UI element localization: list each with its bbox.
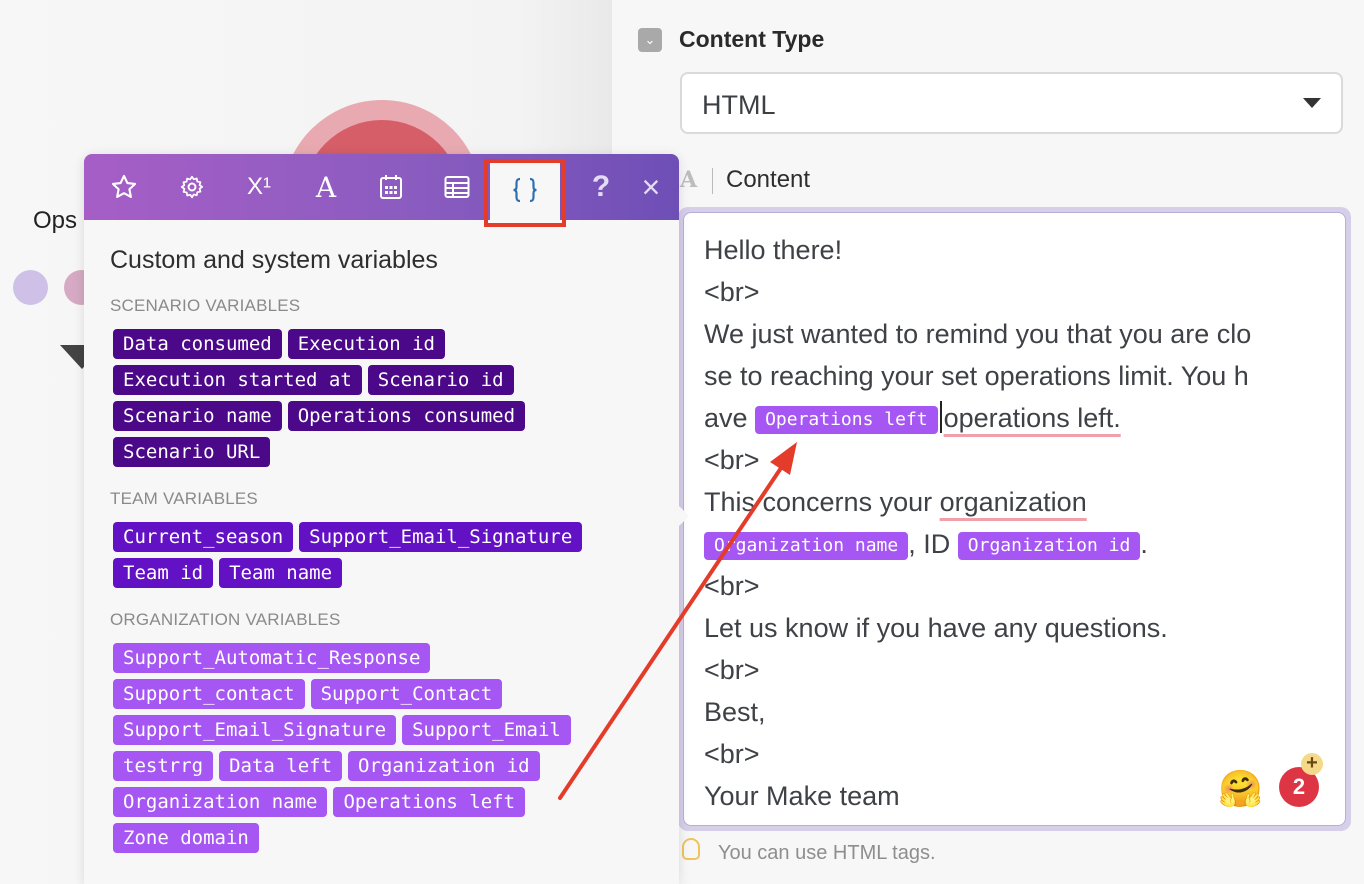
variable-pill-organization-name[interactable]: Organization name (704, 532, 909, 560)
table-icon (444, 175, 470, 199)
variable-tag[interactable]: Scenario id (367, 365, 514, 395)
variable-tag[interactable]: Support_Email_Signature (113, 715, 397, 745)
annotation-highlight-box (484, 159, 566, 227)
editor-text: . (1140, 529, 1148, 559)
editor-line: <br> (704, 445, 760, 475)
content-type-value: HTML (702, 90, 776, 120)
caret-down-icon (1303, 98, 1321, 108)
variable-tag[interactable]: Scenario name (113, 401, 282, 431)
editor-text: organization (939, 487, 1087, 517)
variable-tag[interactable]: Scenario URL (113, 437, 271, 467)
variable-tag[interactable]: Support_Contact (310, 679, 503, 709)
content-type-toggle[interactable]: ⌄ (638, 28, 662, 52)
text-type-icon: A (680, 167, 698, 193)
editor-line: We just wanted to remind you that you ar… (704, 319, 1252, 349)
section-title-organization: ORGANIZATION VARIABLES (110, 610, 341, 629)
hugging-face-emoji-icon[interactable]: 🤗 (1218, 769, 1263, 809)
content-editor-focus-ring: Hello there! <br> We just wanted to remi… (678, 207, 1351, 831)
editor-text: This concerns your (704, 487, 933, 517)
variable-tag[interactable]: Team id (113, 558, 214, 588)
organization-variables-list: Support_Automatic_Response Support_contac… (113, 643, 613, 853)
editor-line: Organization name, ID Organization id. (704, 523, 1325, 565)
variable-tag[interactable]: testrrg (113, 751, 214, 781)
scenario-variables-list: Data consumed Execution id Execution start… (113, 329, 633, 467)
help-icon: ? (591, 170, 611, 203)
notification-count: 2 (1292, 774, 1306, 799)
variable-pill-operations-left[interactable]: Operations left (755, 406, 938, 434)
editor-line: <br> (704, 277, 760, 307)
gear-icon (179, 174, 205, 200)
superscript-icon: X¹ (247, 173, 271, 200)
star-icon (110, 173, 138, 201)
text-caret (939, 401, 942, 433)
editor-line: se to reaching your set operations limit… (704, 361, 1249, 391)
editor-text: ave (704, 403, 748, 433)
section-title-team: TEAM VARIABLES (110, 489, 258, 508)
variable-tag[interactable]: Execution id (287, 329, 445, 359)
variable-tag[interactable]: Zone domain (113, 823, 259, 853)
section-title-scenario: SCENARIO VARIABLES (110, 296, 301, 315)
variable-tag[interactable]: Organization id (348, 751, 540, 781)
close-button[interactable]: × (621, 154, 681, 220)
variable-tag[interactable]: Operations consumed (287, 401, 526, 431)
team-variables-list: Current_season Support_Email_Signature Tea… (113, 522, 633, 588)
app-root: Ops ⌄ Content Type HTML A Content Hello … (0, 0, 1364, 884)
notification-badge[interactable]: 2 + (1279, 753, 1323, 807)
editor-line: Let us know if you have any questions. (704, 613, 1168, 643)
tab-math[interactable]: X¹ (229, 154, 289, 220)
variable-tag[interactable]: Operations left (333, 787, 526, 817)
tab-array[interactable] (427, 154, 487, 220)
variables-popup: X¹ A ? × Custom and system variables SCE… (84, 154, 689, 884)
variable-tag[interactable]: Support_Email (402, 715, 571, 745)
variable-tag[interactable]: Organization name (113, 787, 328, 817)
text-icon: A (315, 170, 337, 204)
connector-dot[interactable] (13, 270, 48, 305)
variable-tag[interactable]: Support_contact (113, 679, 305, 709)
plus-icon: + (1301, 753, 1323, 775)
popup-pointer (679, 506, 689, 526)
tab-favorites[interactable] (94, 154, 154, 220)
editor-line: ave Operations left operations left. (704, 397, 1325, 439)
content-label: Content (726, 166, 811, 193)
hint-text: You can use HTML tags. (718, 842, 936, 864)
variable-tag[interactable]: Support_Email_Signature (299, 522, 583, 552)
tab-general[interactable] (162, 154, 222, 220)
divider (712, 168, 713, 194)
calendar-icon (379, 174, 403, 200)
variable-tag[interactable]: Data consumed (113, 329, 282, 359)
variable-tag[interactable]: Current_season (113, 522, 294, 552)
content-type-select[interactable]: HTML (680, 72, 1343, 134)
editor-line: <br> (704, 571, 760, 601)
variable-pill-organization-id[interactable]: Organization id (957, 532, 1141, 560)
variable-tag[interactable]: Team name (219, 558, 343, 588)
content-type-label: Content Type (679, 26, 825, 52)
tab-text[interactable]: A (296, 154, 356, 220)
content-editor[interactable]: Hello there! <br> We just wanted to remi… (683, 212, 1346, 826)
tab-date[interactable] (361, 154, 421, 220)
editor-line: <br> (704, 655, 760, 685)
popup-title: Custom and system variables (110, 246, 438, 274)
editor-line: Best, (704, 697, 766, 727)
close-icon: × (641, 168, 661, 205)
lightbulb-icon (682, 838, 700, 860)
editor-text: operations left. (943, 403, 1121, 433)
variable-tag[interactable]: Support_Automatic_Response (113, 643, 431, 673)
editor-text: , ID (908, 529, 951, 559)
editor-line: Hello there! (704, 235, 843, 265)
variable-tag[interactable]: Execution started at (113, 365, 362, 395)
popup-toolbar: X¹ A ? × (84, 154, 679, 220)
variable-tag[interactable]: Data left (219, 751, 343, 781)
editor-line: This concerns your organization (704, 481, 1325, 523)
ops-label: Ops (33, 207, 78, 234)
